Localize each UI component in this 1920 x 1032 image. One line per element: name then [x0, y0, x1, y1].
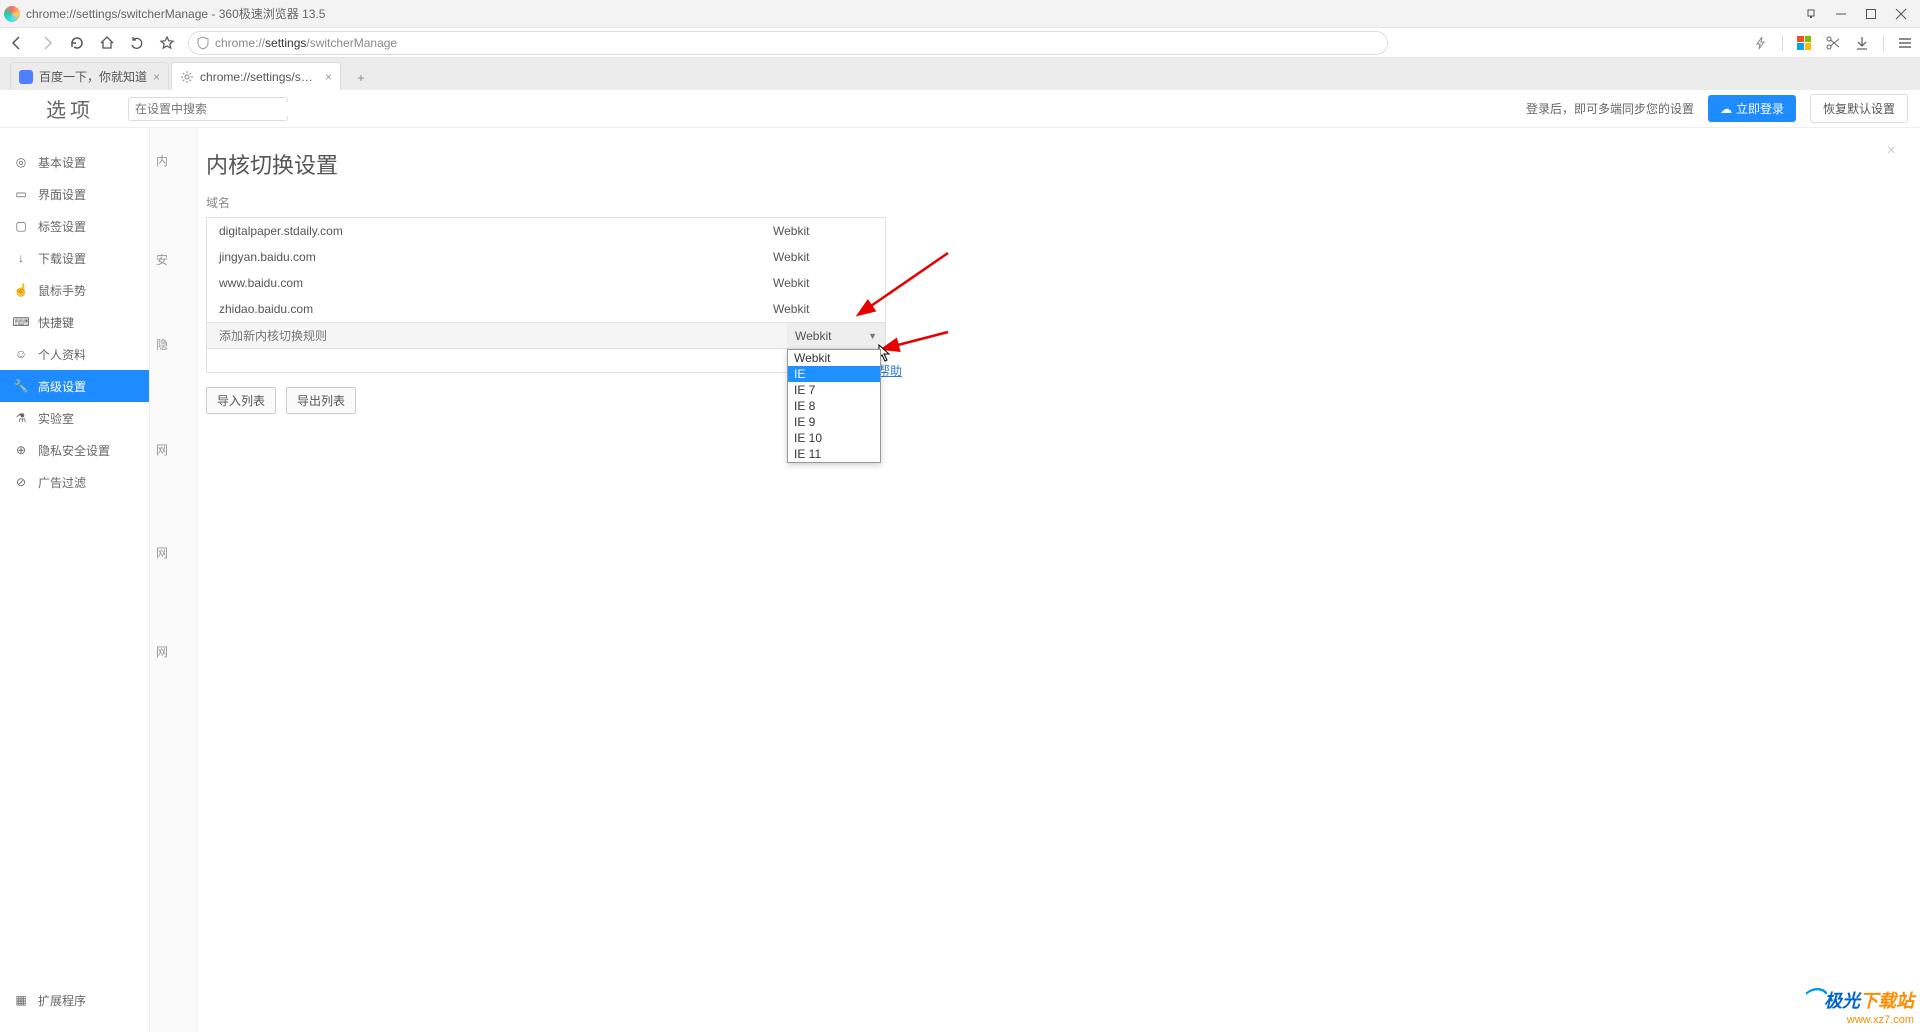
tab-strip: 百度一下，你就知道 × chrome://settings/switcherM … — [0, 58, 1920, 90]
window-title: chrome://settings/switcherManage - 360极速… — [26, 5, 325, 22]
address-url: chrome://settings/switcherManage — [215, 36, 397, 50]
export-list-button[interactable]: 导出列表 — [286, 387, 356, 414]
add-rule-input[interactable] — [207, 323, 787, 348]
divider — [1883, 35, 1884, 51]
rule-row[interactable]: www.baidu.comWebkit — [207, 270, 885, 296]
site-shield-icon — [197, 36, 209, 50]
window-titlebar: chrome://settings/switcherManage - 360极速… — [0, 0, 1920, 28]
download-icon: ↓ — [14, 251, 28, 265]
flask-icon: ⚗ — [14, 411, 28, 425]
flash-icon[interactable] — [1754, 36, 1768, 50]
chevron-down-icon: ▼ — [868, 331, 877, 341]
gear-icon: ◎ — [14, 155, 28, 169]
window-icon: ▭ — [14, 187, 28, 201]
puzzle-icon: ▦ — [14, 993, 28, 1007]
panel-title: 内核切换设置 — [206, 148, 886, 180]
engine-dropdown-menu: Webkit IE IE 7 IE 8 IE 9 IE 10 IE 11 — [787, 349, 881, 463]
sidebar-item-advanced[interactable]: 🔧高级设置 — [0, 370, 149, 402]
download-icon[interactable] — [1855, 36, 1869, 50]
sync-hint-text: 登录后，即可多端同步您的设置 — [1526, 100, 1694, 117]
sidebar-item-privacy[interactable]: ⊕隐私安全设置 — [0, 434, 149, 466]
tab-icon: ▢ — [14, 219, 28, 233]
shield-icon: ⊕ — [14, 443, 28, 457]
help-link[interactable]: 帮助 — [878, 362, 902, 379]
sidebar-item-download[interactable]: ↓下载设置 — [0, 242, 149, 274]
sidebar-item-profile[interactable]: ☺个人资料 — [0, 338, 149, 370]
scissors-icon[interactable] — [1825, 35, 1841, 51]
app-icon — [4, 6, 20, 22]
microsoft-icon[interactable] — [1797, 36, 1811, 50]
rule-row[interactable]: zhidao.baidu.comWebkit — [207, 296, 885, 322]
sidebar-item-extensions[interactable]: ▦扩展程序 — [0, 984, 149, 1016]
settings-sidebar: ◎基本设置 ▭界面设置 ▢标签设置 ↓下载设置 ☝鼠标手势 ⌨快捷键 ☺个人资料… — [0, 128, 150, 1032]
settings-page-title: 选项 — [46, 94, 94, 123]
sidebar-item-basic[interactable]: ◎基本设置 — [0, 146, 149, 178]
domain-column-header: 域名 — [206, 194, 886, 211]
block-icon: ⊘ — [14, 475, 28, 489]
user-icon: ☺ — [14, 347, 28, 361]
watermark: ⌒极光下载站 www.xz7.com — [1802, 982, 1914, 1026]
engine-option[interactable]: IE 7 — [788, 382, 880, 398]
mouse-icon: ☝ — [14, 283, 28, 297]
engine-select-dropdown[interactable]: Webkit ▼ Webkit IE IE 7 IE 8 IE 9 IE 10 … — [787, 323, 885, 348]
settings-content: × 内核切换设置 域名 digitalpaper.stdaily.comWebk… — [198, 128, 1920, 1032]
settings-header: 选项 登录后，即可多端同步您的设置 立即登录 恢复默认设置 — [0, 90, 1920, 128]
window-maximize-button[interactable] — [1856, 0, 1886, 28]
settings-search-input[interactable] — [135, 102, 290, 116]
tab-baidu[interactable]: 百度一下，你就知道 × — [10, 62, 169, 90]
sidebar-item-tabs[interactable]: ▢标签设置 — [0, 210, 149, 242]
nav-undo-button[interactable] — [128, 34, 146, 52]
address-bar[interactable]: chrome://settings/switcherManage — [188, 31, 1388, 55]
new-tab-button[interactable]: + — [347, 66, 375, 90]
settings-search[interactable] — [128, 97, 288, 121]
favicon-baidu — [19, 70, 33, 84]
engine-option[interactable]: IE 10 — [788, 430, 880, 446]
engine-option[interactable]: IE 11 — [788, 446, 880, 462]
panel-close-icon[interactable]: × — [1887, 142, 1896, 160]
table-footer-row — [206, 349, 886, 373]
tab-close-icon[interactable]: × — [153, 70, 160, 84]
nav-home-button[interactable] — [98, 34, 116, 52]
window-extension-icon[interactable] — [1796, 0, 1826, 28]
rule-row[interactable]: digitalpaper.stdaily.comWebkit — [207, 218, 885, 244]
add-rule-row: Webkit ▼ Webkit IE IE 7 IE 8 IE 9 IE 10 … — [206, 323, 886, 349]
section-labels-strip: 内 安 隐 网 网 网 — [150, 128, 198, 1032]
sidebar-item-ui[interactable]: ▭界面设置 — [0, 178, 149, 210]
rules-table: digitalpaper.stdaily.comWebkit jingyan.b… — [206, 217, 886, 323]
window-close-button[interactable] — [1886, 0, 1916, 28]
main-area: ◎基本设置 ▭界面设置 ▢标签设置 ↓下载设置 ☝鼠标手势 ⌨快捷键 ☺个人资料… — [0, 128, 1920, 1032]
engine-option[interactable]: IE 8 — [788, 398, 880, 414]
keyboard-icon: ⌨ — [14, 315, 28, 329]
nav-toolbar: chrome://settings/switcherManage — [0, 28, 1920, 58]
nav-reload-button[interactable] — [68, 34, 86, 52]
engine-option[interactable]: Webkit — [788, 350, 880, 366]
nav-forward-button[interactable] — [38, 34, 56, 52]
engine-option[interactable]: IE — [788, 366, 880, 382]
annotation-arrow-2 — [888, 326, 958, 352]
divider — [1782, 35, 1783, 51]
sidebar-item-mouse[interactable]: ☝鼠标手势 — [0, 274, 149, 306]
gear-icon — [180, 70, 194, 84]
nav-favorite-button[interactable] — [158, 34, 176, 52]
sidebar-item-lab[interactable]: ⚗实验室 — [0, 402, 149, 434]
tab-settings[interactable]: chrome://settings/switcherM × — [171, 62, 341, 90]
window-minimize-button[interactable] — [1826, 0, 1856, 28]
login-button[interactable]: 立即登录 — [1708, 95, 1796, 122]
import-list-button[interactable]: 导入列表 — [206, 387, 276, 414]
nav-back-button[interactable] — [8, 34, 26, 52]
sidebar-item-shortcut[interactable]: ⌨快捷键 — [0, 306, 149, 338]
sidebar-item-adblock[interactable]: ⊘广告过滤 — [0, 466, 149, 498]
engine-option[interactable]: IE 9 — [788, 414, 880, 430]
tab-close-icon[interactable]: × — [325, 70, 332, 84]
menu-icon[interactable] — [1898, 36, 1912, 50]
rule-row[interactable]: jingyan.baidu.comWebkit — [207, 244, 885, 270]
reset-defaults-button[interactable]: 恢复默认设置 — [1810, 94, 1908, 123]
wrench-icon: 🔧 — [14, 379, 28, 393]
